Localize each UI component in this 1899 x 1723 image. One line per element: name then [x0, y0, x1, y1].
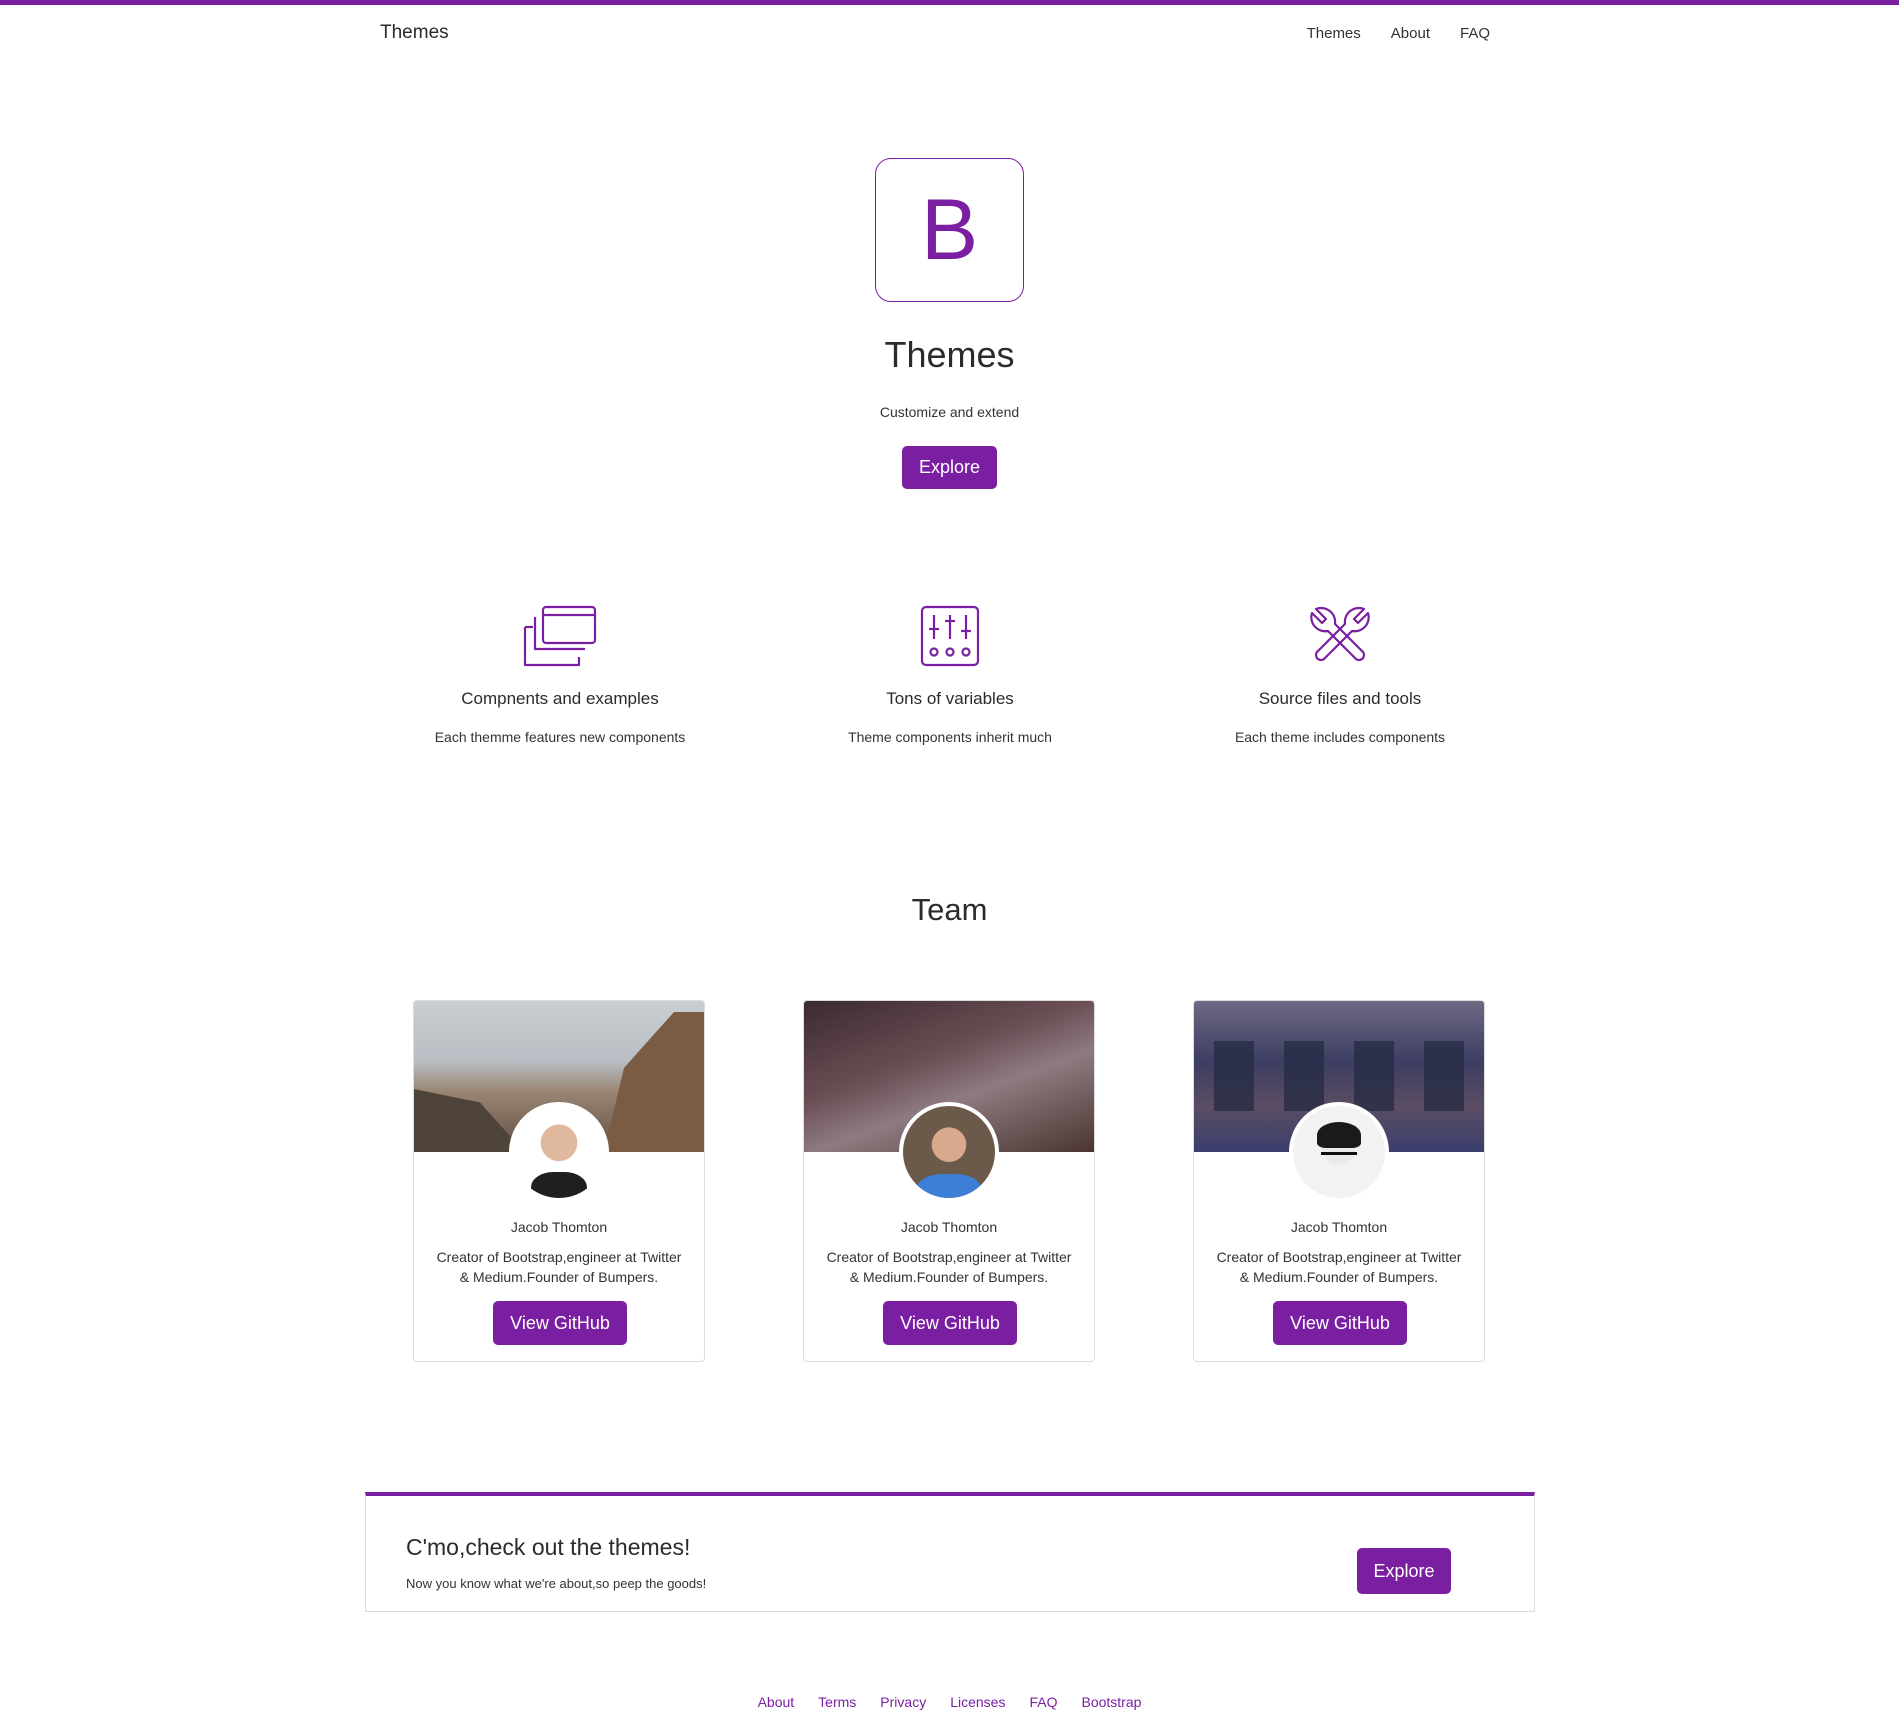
- footer-link-privacy[interactable]: Privacy: [880, 1694, 926, 1710]
- footer-link-terms[interactable]: Terms: [818, 1694, 856, 1710]
- member-bio: Creator of Bootstrap,engineer at Twitter…: [436, 1249, 682, 1285]
- member-bio: Creator of Bootstrap,engineer at Twitter…: [826, 1249, 1072, 1285]
- logo-letter: B: [920, 182, 979, 278]
- feature-text: Theme components inherit much: [848, 729, 1052, 745]
- hero-explore-button[interactable]: Explore: [901, 446, 998, 489]
- footer-link-licenses[interactable]: Licenses: [950, 1694, 1005, 1710]
- view-github-button[interactable]: View GitHub: [493, 1301, 627, 1345]
- feature-title: Tons of variables: [886, 689, 1014, 708]
- cta-explore-button[interactable]: Explore: [1357, 1548, 1451, 1594]
- feature-item: Compnents and examples Each themme featu…: [365, 605, 755, 745]
- hero-section: B Themes Customize and extend Explore: [0, 158, 1899, 489]
- member-name: Jacob Thomton: [1290, 1219, 1388, 1235]
- bootstrap-logo: B: [875, 158, 1024, 302]
- feature-title: Compnents and examples: [461, 689, 659, 708]
- avatar: [509, 1102, 609, 1202]
- nav-link-faq[interactable]: FAQ: [1460, 25, 1490, 42]
- feature-text: Each themme features new components: [434, 729, 686, 745]
- sliders-icon: [755, 605, 1145, 669]
- nav-links: Themes About FAQ: [1307, 25, 1490, 42]
- feature-title: Source files and tools: [1258, 689, 1422, 708]
- view-github-button[interactable]: View GitHub: [1273, 1301, 1407, 1345]
- cta-banner: C'mo,check out the themes! Now you know …: [365, 1492, 1535, 1612]
- windows-stack-icon: [365, 605, 755, 669]
- features-section: Compnents and examples Each themme featu…: [365, 605, 1535, 745]
- feature-text: Each theme includes components: [1234, 729, 1446, 745]
- member-name: Jacob Thomton: [510, 1219, 608, 1235]
- member-name: Jacob Thomton: [900, 1219, 998, 1235]
- hero-subtitle: Customize and extend: [879, 404, 1020, 420]
- brand-link[interactable]: Themes: [380, 22, 449, 44]
- cta-subtitle: Now you know what we're about,so peep th…: [406, 1576, 707, 1591]
- member-bio: Creator of Bootstrap,engineer at Twitter…: [1216, 1249, 1462, 1285]
- footer-link-faq[interactable]: FAQ: [1029, 1694, 1057, 1710]
- nav-link-about[interactable]: About: [1391, 25, 1430, 42]
- team-cards: Jacob Thomton Creator of Bootstrap,engin…: [413, 1000, 1485, 1362]
- wrench-tools-icon: [1145, 605, 1535, 669]
- hero-title: Themes: [884, 334, 1015, 375]
- footer-link-about[interactable]: About: [758, 1694, 795, 1710]
- footer: About Terms Privacy Licenses FAQ Bootstr…: [0, 1694, 1899, 1710]
- footer-link-bootstrap[interactable]: Bootstrap: [1081, 1694, 1141, 1710]
- navbar: Themes Themes About FAQ: [365, 5, 1490, 60]
- feature-item: Source files and tools Each theme includ…: [1145, 605, 1535, 745]
- feature-item: Tons of variables Theme components inher…: [755, 605, 1145, 745]
- team-card: Jacob Thomton Creator of Bootstrap,engin…: [803, 1000, 1095, 1362]
- team-card: Jacob Thomton Creator of Bootstrap,engin…: [1193, 1000, 1485, 1362]
- avatar: [1289, 1102, 1389, 1202]
- team-title: Team: [911, 892, 988, 927]
- avatar: [899, 1102, 999, 1202]
- view-github-button[interactable]: View GitHub: [883, 1301, 1017, 1345]
- nav-link-themes[interactable]: Themes: [1307, 25, 1361, 42]
- cta-title: C'mo,check out the themes!: [406, 1534, 691, 1560]
- team-card: Jacob Thomton Creator of Bootstrap,engin…: [413, 1000, 705, 1362]
